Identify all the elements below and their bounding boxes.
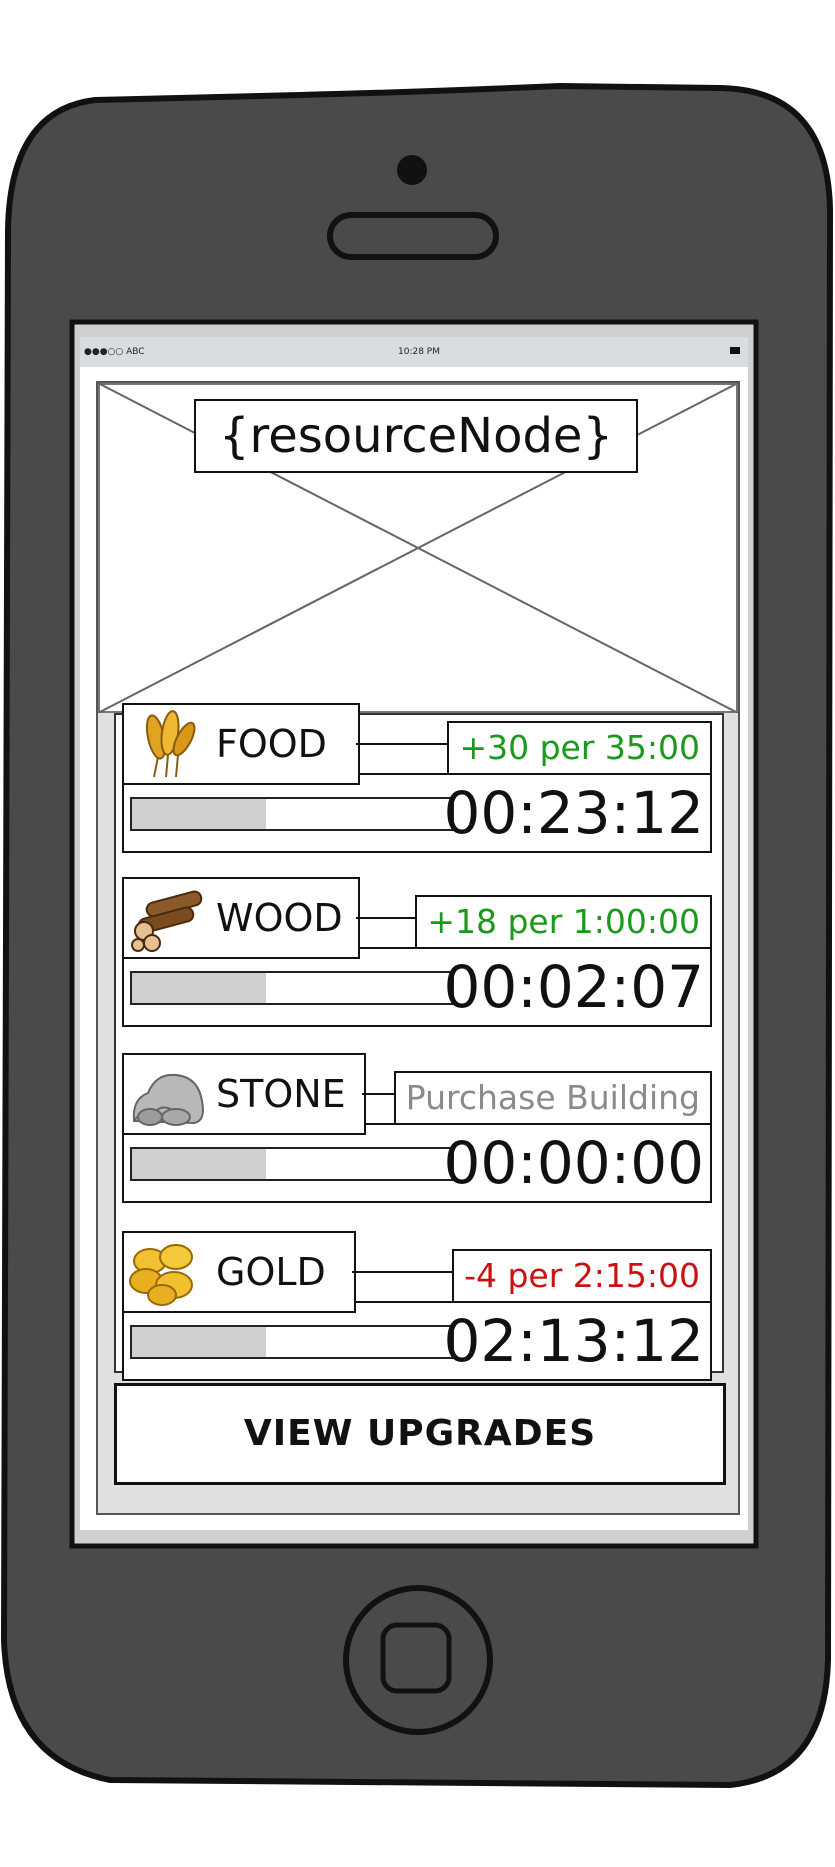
view-upgrades-button[interactable]: VIEW UPGRADES <box>114 1383 726 1485</box>
resource-label-box: GOLD <box>122 1231 356 1313</box>
resource-label-box: WOOD <box>122 877 360 959</box>
resource-rate: -4 per 2:15:00 <box>452 1249 712 1303</box>
status-bar: ●●●○○ ABC 10:28 PM <box>80 337 748 367</box>
countdown-timer: 00:02:07 <box>443 953 705 1021</box>
resource-name: FOOD <box>216 722 327 766</box>
countdown-timer: 00:23:12 <box>443 779 705 847</box>
resource-label-box: STONE <box>122 1053 366 1135</box>
resource-rate: +30 per 35:00 <box>447 721 712 775</box>
logs-icon <box>128 883 208 953</box>
resource-label-box: FOOD <box>122 703 360 785</box>
resource-timer-box: 00:23:12 <box>122 773 712 853</box>
resource-row-wood: 00:02:07 WOOD +18 per 1:00:00 <box>122 877 712 1027</box>
progress-bar-fill <box>132 973 267 1003</box>
wheat-icon <box>128 709 208 779</box>
resource-rate[interactable]: Purchase Building <box>393 1071 712 1125</box>
resource-list: 00:23:12 FOOD +30 per 35:00 00:02:07 WOOD +18… <box>114 703 724 1381</box>
resource-timer-box: 00:02:07 <box>122 947 712 1027</box>
progress-bar <box>130 797 454 831</box>
resource-name: WOOD <box>216 896 343 940</box>
progress-bar <box>130 1325 454 1359</box>
speaker-slot <box>327 212 499 260</box>
coins-icon <box>128 1237 208 1307</box>
resource-timer-box: 02:13:12 <box>122 1301 712 1381</box>
battery-icon <box>730 347 740 354</box>
connector-line <box>352 1271 452 1273</box>
resource-row-gold: 02:13:12 GOLD -4 per 2:15:00 <box>122 1231 712 1381</box>
countdown-timer: 00:00:00 <box>443 1129 705 1197</box>
camera-dot <box>397 155 427 185</box>
carrier-label: ●●●○○ ABC <box>84 347 145 357</box>
content-panel: {resourceNode} 00:23:12 FOOD +30 per 35:00… <box>96 381 740 1515</box>
resource-timer-box: 00:00:00 <box>122 1123 712 1203</box>
resource-rate: +18 per 1:00:00 <box>415 895 712 949</box>
clock: 10:28 PM <box>398 347 440 357</box>
phone-screen: ●●●○○ ABC 10:28 PM {resourceNode} 00:23:… <box>80 337 748 1530</box>
resource-name: STONE <box>216 1072 346 1116</box>
connector-line <box>356 743 447 745</box>
resource-row-food: 00:23:12 FOOD +30 per 35:00 <box>122 703 712 853</box>
connector-line <box>356 917 415 919</box>
progress-bar <box>130 1147 454 1181</box>
progress-bar-fill <box>132 1327 267 1357</box>
countdown-timer: 02:13:12 <box>443 1307 705 1375</box>
resource-name: GOLD <box>216 1250 326 1294</box>
resource-row-stone: 00:00:00 STONE Purchase Building <box>122 1053 712 1203</box>
hero-title: {resourceNode} <box>194 399 638 473</box>
progress-bar-fill <box>132 799 267 829</box>
progress-bar-fill <box>132 1149 267 1179</box>
rock-icon <box>128 1059 208 1129</box>
progress-bar <box>130 971 454 1005</box>
connector-line <box>362 1093 394 1095</box>
hero-image-placeholder: {resourceNode} <box>98 383 738 713</box>
